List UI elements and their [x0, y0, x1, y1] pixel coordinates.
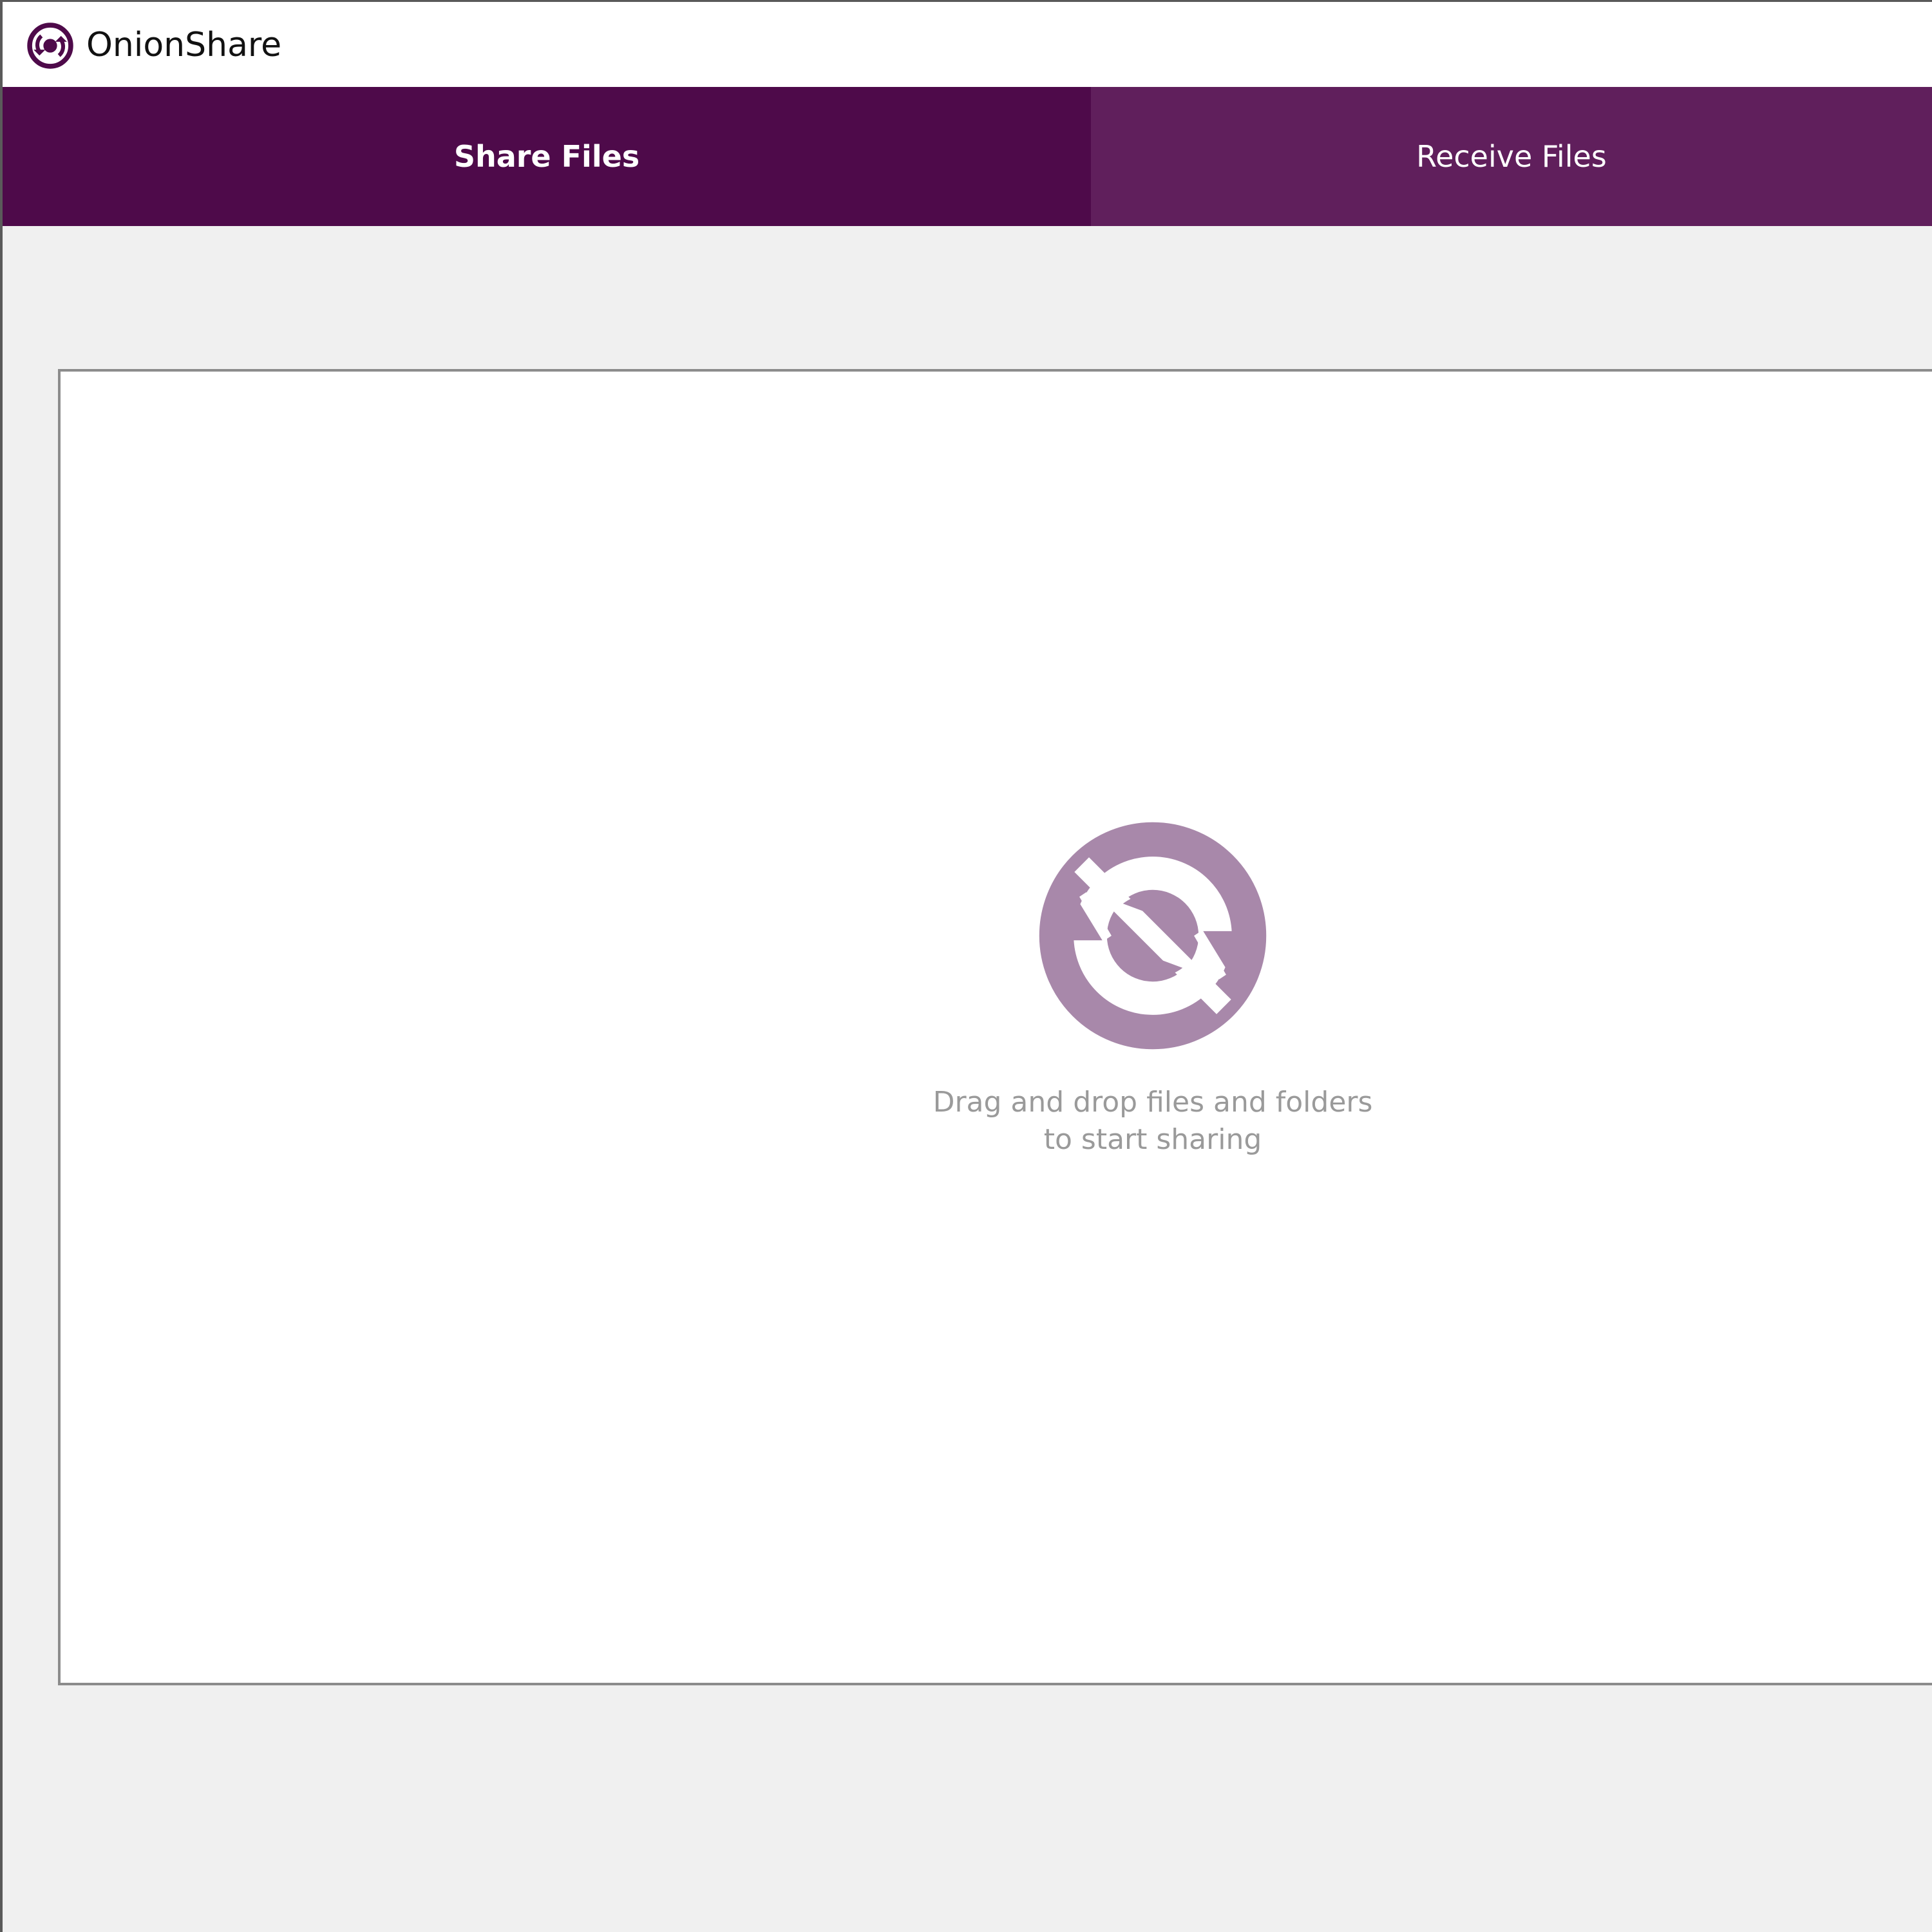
file-drop-zone[interactable]: Drag and drop files and folders to start… — [58, 369, 1932, 1685]
window-title: OnionShare — [86, 26, 282, 64]
title-bar: OnionShare — [3, 2, 1932, 87]
onionshare-logo-icon — [1039, 822, 1267, 1050]
drop-instructions-line2: to start sharing — [1043, 1123, 1262, 1156]
onionshare-logo-icon — [27, 23, 73, 69]
mode-tabs: Share Files Receive Files — [3, 87, 1932, 226]
tab-share-files[interactable]: Share Files — [3, 87, 1091, 226]
tab-receive-files[interactable]: Receive Files — [1091, 87, 1932, 226]
onionshare-window: OnionShare Share Files Receive Files Dra… — [0, 0, 1932, 1932]
drop-instructions: Drag and drop files and folders to start… — [898, 1084, 1408, 1159]
drop-instructions-line1: Drag and drop files and folders — [933, 1086, 1373, 1119]
